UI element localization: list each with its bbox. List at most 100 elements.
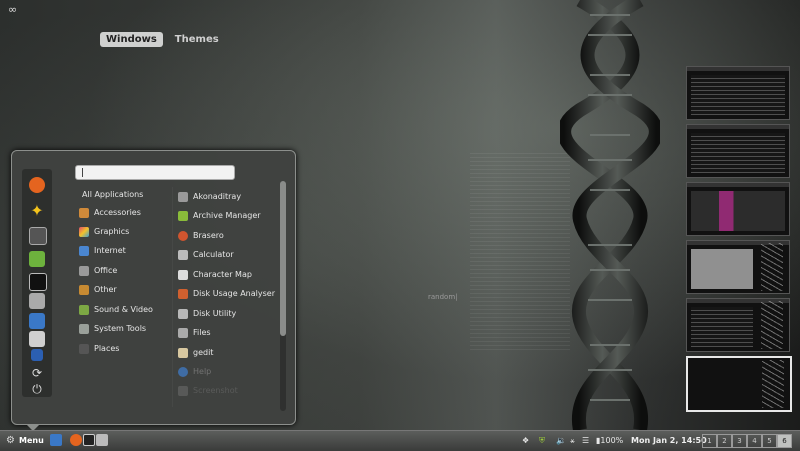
menu-button-label: Menu bbox=[19, 436, 44, 445]
wallpaper-text-streams bbox=[470, 150, 570, 350]
accessories-icon bbox=[79, 207, 89, 218]
brasero-icon bbox=[178, 230, 188, 241]
firefox-icon[interactable] bbox=[29, 177, 45, 193]
files-icon[interactable] bbox=[29, 293, 45, 309]
tab-windows[interactable]: Windows bbox=[100, 32, 163, 47]
battery-percent: 100% bbox=[600, 436, 624, 445]
window-thumbnail-selected[interactable] bbox=[686, 356, 792, 412]
wallpaper-random-text: random| bbox=[428, 293, 458, 301]
terminal-icon[interactable] bbox=[83, 434, 95, 446]
category-places[interactable]: Places bbox=[79, 341, 119, 357]
monitor-icon[interactable] bbox=[29, 331, 45, 347]
workspace-6[interactable]: 6 bbox=[777, 434, 792, 448]
dna-helix-wallpaper bbox=[560, 0, 660, 430]
app-label: gedit bbox=[193, 348, 214, 357]
app-screenshot[interactable]: Screenshot bbox=[178, 383, 238, 399]
battery-indicator[interactable]: ▮100% bbox=[596, 435, 623, 447]
bottom-panel: ⚙ Menu ❖ ⛨ 🔉 ⚹ ☰ ▮100% Mon Jan 2, 14:50 1… bbox=[0, 430, 800, 451]
settings-icon[interactable] bbox=[29, 227, 47, 245]
favorites-sidebar: ✦ ⟳ ⏻ bbox=[22, 169, 52, 397]
category-accessories[interactable]: Accessories bbox=[79, 205, 141, 221]
places-icon bbox=[79, 343, 89, 354]
bluetooth-icon[interactable]: ⚹ bbox=[570, 435, 575, 447]
app-akonaditray[interactable]: Akonaditray bbox=[178, 189, 241, 205]
app-files[interactable]: Files bbox=[178, 325, 211, 341]
star-icon[interactable]: ✦ bbox=[29, 203, 45, 219]
workspace-2[interactable]: 2 bbox=[717, 434, 732, 448]
dropbox-icon[interactable]: ❖ bbox=[522, 435, 529, 447]
category-other[interactable]: Other bbox=[79, 282, 117, 298]
disk-usage-icon bbox=[178, 288, 188, 299]
app-calculator[interactable]: Calculator bbox=[178, 247, 234, 263]
category-label: System Tools bbox=[94, 324, 147, 333]
workspace-1[interactable]: 1 bbox=[702, 434, 717, 448]
category-system-tools[interactable]: System Tools bbox=[79, 321, 146, 337]
app-label: Help bbox=[193, 367, 212, 376]
disk-utility-icon bbox=[178, 308, 188, 319]
category-office[interactable]: Office bbox=[79, 263, 117, 279]
category-internet[interactable]: Internet bbox=[79, 243, 126, 259]
app-brasero[interactable]: Brasero bbox=[178, 228, 224, 244]
category-label: Internet bbox=[94, 246, 126, 255]
files-icon[interactable] bbox=[96, 434, 108, 446]
category-graphics[interactable]: Graphics bbox=[79, 224, 129, 240]
show-desktop-icon[interactable] bbox=[50, 434, 62, 446]
app-disk-utility[interactable]: Disk Utility bbox=[178, 306, 236, 322]
window-thumbnail[interactable] bbox=[686, 182, 790, 236]
power-icon[interactable]: ⏻ bbox=[29, 381, 45, 397]
app-list-scrollbar[interactable] bbox=[280, 181, 286, 411]
screenshot-icon bbox=[178, 385, 188, 396]
category-sound-video[interactable]: Sound & Video bbox=[79, 302, 153, 318]
window-thumbnails bbox=[684, 66, 792, 414]
lock-icon[interactable] bbox=[31, 349, 43, 361]
app-label: Calculator bbox=[193, 250, 234, 259]
app-label: Brasero bbox=[193, 231, 224, 240]
desktop: ∞ Windows Themes random| ✦ ⟳ ⏻ All Appli… bbox=[0, 0, 800, 430]
clock[interactable]: Mon Jan 2, 14:50 bbox=[631, 435, 707, 447]
window-thumbnail[interactable] bbox=[686, 124, 790, 178]
files-icon bbox=[178, 327, 188, 338]
window-thumbnail[interactable] bbox=[686, 240, 790, 294]
sound-video-icon bbox=[79, 304, 89, 315]
window-thumbnail[interactable] bbox=[686, 66, 790, 120]
system-tools-icon bbox=[79, 323, 89, 334]
column-divider bbox=[172, 187, 173, 407]
window-thumbnail[interactable] bbox=[686, 298, 790, 352]
workspace-5[interactable]: 5 bbox=[762, 434, 777, 448]
refresh-icon[interactable]: ⟳ bbox=[29, 365, 45, 381]
volume-icon[interactable]: 🔉 bbox=[556, 435, 566, 447]
search-input[interactable] bbox=[75, 165, 235, 180]
app-archive-manager[interactable]: Archive Manager bbox=[178, 208, 261, 224]
akonadi-icon bbox=[178, 191, 188, 202]
category-label: Other bbox=[94, 285, 117, 294]
character-map-icon bbox=[178, 269, 188, 280]
firefox-icon[interactable] bbox=[70, 434, 82, 446]
wifi-icon[interactable]: ☰ bbox=[582, 435, 589, 447]
app-character-map[interactable]: Character Map bbox=[178, 267, 252, 283]
hot-corner-icon[interactable]: ∞ bbox=[8, 4, 22, 15]
category-label: Sound & Video bbox=[94, 305, 153, 314]
menu-button[interactable]: ⚙ Menu bbox=[6, 433, 44, 449]
app-label: Disk Usage Analyser bbox=[193, 289, 275, 298]
app-help[interactable]: Help bbox=[178, 364, 211, 380]
shield-icon[interactable]: ⛨ bbox=[539, 435, 545, 447]
other-icon bbox=[79, 284, 89, 295]
internet-icon bbox=[79, 245, 89, 256]
graphics-icon bbox=[79, 226, 89, 237]
category-label: Accessories bbox=[94, 208, 141, 217]
app-disk-usage-analyser[interactable]: Disk Usage Analyser bbox=[178, 286, 275, 302]
category-label: Graphics bbox=[94, 227, 130, 236]
app-label: Disk Utility bbox=[193, 309, 237, 318]
scrollbar-thumb[interactable] bbox=[280, 181, 286, 336]
category-all-applications[interactable]: All Applications bbox=[82, 187, 143, 203]
terminal-icon[interactable] bbox=[29, 273, 47, 291]
green-app-icon[interactable] bbox=[29, 251, 45, 267]
tab-themes[interactable]: Themes bbox=[169, 32, 225, 47]
app-gedit[interactable]: gedit bbox=[178, 345, 213, 361]
image-viewer-icon[interactable] bbox=[29, 313, 45, 329]
workspace-4[interactable]: 4 bbox=[747, 434, 762, 448]
workspace-3[interactable]: 3 bbox=[732, 434, 747, 448]
archive-icon bbox=[178, 210, 188, 221]
gear-icon: ⚙ bbox=[6, 434, 15, 446]
application-menu: ✦ ⟳ ⏻ All Applications Accessories Graph… bbox=[11, 150, 296, 430]
